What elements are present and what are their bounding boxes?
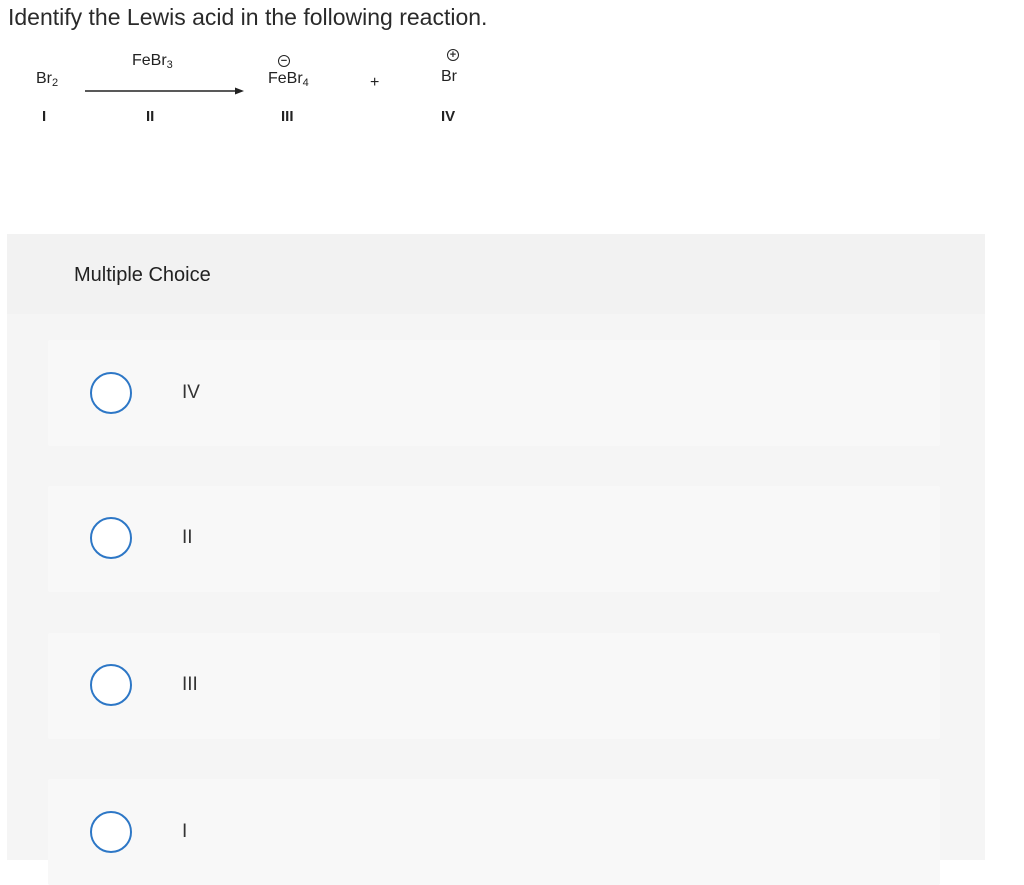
catalyst-numeral: II [146,108,155,125]
reactant-numeral: I [42,108,47,125]
choice-label: I [182,821,188,842]
multiple-choice-panel: Multiple Choice IV II III I [7,234,985,885]
product1-formula: FeBr4 [268,70,309,89]
radio-button[interactable] [90,664,132,706]
catalyst-formula: FeBr3 [132,52,173,71]
product2-numeral: IV [441,108,456,125]
positive-charge-icon: + [447,49,459,61]
product2-formula: Br [441,68,457,85]
plus-sign: + [370,74,380,91]
radio-button[interactable] [90,372,132,414]
question-text: Identify the Lewis acid in the following… [8,4,488,30]
choices-list: IV II III I [7,314,985,885]
choice-option-4[interactable]: I [48,779,940,885]
choice-option-1[interactable]: IV [48,340,940,446]
reactant-formula: Br2 [36,70,59,89]
radio-button[interactable] [90,811,132,853]
negative-charge-icon: − [278,55,290,67]
choice-label: II [182,527,193,548]
choice-label: III [182,674,198,695]
product1-numeral: III [281,108,294,125]
radio-button[interactable] [90,517,132,559]
choice-option-2[interactable]: II [48,486,940,592]
reaction-arrow [85,87,244,95]
choice-label: IV [182,382,200,403]
choice-option-3[interactable]: III [48,633,940,739]
multiple-choice-title: Multiple Choice [74,264,211,286]
